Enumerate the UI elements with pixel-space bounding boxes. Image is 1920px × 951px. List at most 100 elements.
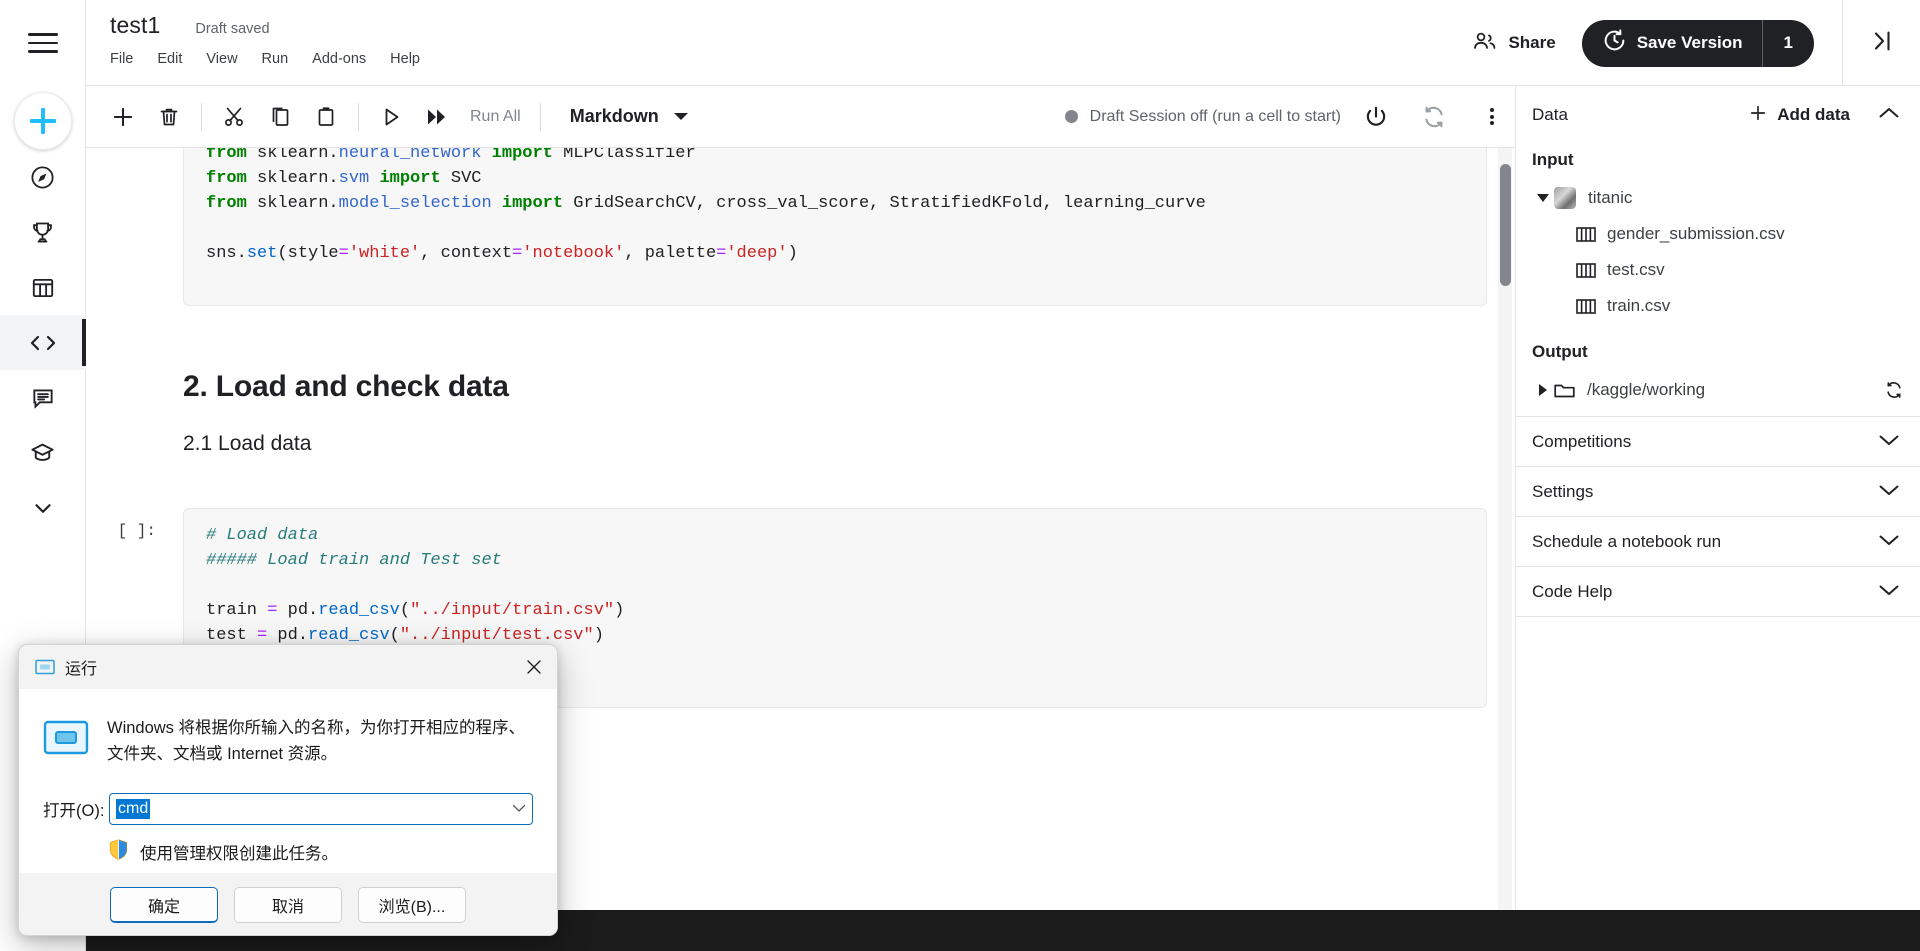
plus-icon	[1748, 103, 1768, 128]
data-panel-title: Data	[1532, 105, 1568, 124]
chevron-up-icon[interactable]	[1878, 106, 1900, 125]
menu-help[interactable]: Help	[390, 48, 420, 70]
chevron-down-icon	[1878, 432, 1900, 452]
dialog-titlebar[interactable]: 运行	[19, 645, 557, 689]
accordion-label: Schedule a notebook run	[1532, 531, 1722, 551]
add-cell-button[interactable]	[100, 94, 146, 140]
more-options-button[interactable]	[1469, 94, 1515, 140]
sidebar-item-datasets[interactable]	[0, 260, 86, 315]
hamburger-menu-icon[interactable]	[0, 0, 86, 86]
close-icon[interactable]	[511, 645, 557, 689]
browse-button[interactable]: 浏览(B)...	[358, 887, 466, 923]
graduation-cap-icon	[29, 439, 56, 466]
markdown-heading-3: 2.1 Load data	[183, 432, 312, 455]
admin-note-text: 使用管理权限创建此任务。	[140, 845, 338, 863]
menu-add-ons[interactable]: Add-ons	[312, 48, 366, 70]
dialog-footer: 确定 取消 浏览(B)...	[19, 873, 557, 935]
run-command-input[interactable]: cmd	[116, 799, 151, 819]
markdown-heading-2: 2. Load and check data	[183, 370, 509, 403]
paste-cell-button[interactable]	[303, 94, 349, 140]
ok-button[interactable]: 确定	[110, 887, 218, 923]
chevron-down-icon[interactable]	[512, 800, 526, 818]
caret-expanded-icon[interactable]	[1532, 194, 1554, 202]
file-name: train.csv	[1607, 296, 1671, 315]
discussion-icon	[30, 385, 56, 411]
code-line: ##### Load train and Test set	[206, 551, 502, 570]
power-button[interactable]	[1353, 94, 1399, 140]
run-all-label[interactable]: Run All	[460, 108, 531, 126]
create-button[interactable]	[13, 92, 72, 150]
windows-run-dialog: 运行 Windows 将根据你所输入的名称，为你打开相应的程序、文件夹、文档或 …	[18, 644, 558, 936]
delete-cell-button[interactable]	[146, 94, 192, 140]
sidebar-item-competitions[interactable]	[0, 205, 86, 260]
list-item[interactable]: gender_submission.csv	[1516, 216, 1920, 252]
cut-cell-button[interactable]	[211, 94, 257, 140]
menu-edit[interactable]: Edit	[157, 48, 182, 70]
session-status: Draft Session off (run a cell to start)	[1064, 108, 1341, 126]
run-window-icon	[35, 659, 55, 675]
run-all-icon-button[interactable]	[414, 94, 460, 140]
sidebar-item-discussions[interactable]	[0, 370, 86, 425]
accordion-schedule-notebook-run[interactable]: Schedule a notebook run	[1516, 517, 1920, 567]
list-item[interactable]: train.csv	[1516, 288, 1920, 324]
add-data-button[interactable]: Add data	[1748, 103, 1850, 128]
file-name: test.csv	[1607, 260, 1665, 279]
chevron-down-icon	[673, 106, 689, 127]
chevron-down-icon	[1878, 482, 1900, 502]
collapse-right-panel-button[interactable]	[1842, 0, 1920, 86]
menu-file[interactable]: File	[110, 48, 133, 70]
chevron-down-icon	[1878, 532, 1900, 552]
toolbar-divider-3	[539, 102, 541, 131]
notebook-cell-1: from sklearn.neural_network import MLPCl…	[86, 148, 1515, 306]
cancel-button[interactable]: 取消	[234, 887, 342, 923]
trophy-icon	[29, 219, 56, 246]
notebook-header: test1 Draft saved File Edit View Run Add…	[86, 0, 1920, 86]
output-folder-row[interactable]: /kaggle/working	[1516, 372, 1920, 408]
sidebar-item-home[interactable]	[0, 150, 86, 205]
run-command-combobox[interactable]: cmd	[109, 793, 533, 825]
code-editor-1[interactable]: from sklearn.neural_network import MLPCl…	[183, 148, 1487, 306]
toolbar-divider-2	[358, 102, 359, 131]
sidebar-item-more[interactable]	[0, 480, 86, 535]
cell-type-value: Markdown	[569, 106, 659, 126]
toolbar-divider-1	[201, 102, 202, 131]
menu-run[interactable]: Run	[262, 48, 289, 70]
compass-icon	[29, 164, 56, 191]
copy-cell-button[interactable]	[257, 94, 303, 140]
code-horizontal-scrollbar[interactable]	[184, 291, 1486, 301]
cell-type-dropdown[interactable]: Markdown	[570, 106, 689, 127]
data-panel-header: Data Add data	[1516, 86, 1920, 144]
sidebar-item-learn[interactable]	[0, 425, 86, 480]
run-app-icon	[43, 715, 93, 767]
notebook-cell-markdown[interactable]: 2. Load and check data 2.1 Load data	[86, 370, 1515, 456]
page-scrollbar-thumb[interactable]	[1500, 164, 1511, 286]
code-line: train = pd.read_csv("../input/train.csv"…	[206, 601, 625, 620]
sidebar-item-code[interactable]	[0, 315, 86, 370]
collapse-panel-icon	[1867, 28, 1897, 59]
dataset-name: titanic	[1588, 188, 1633, 207]
save-version-label: Save Version	[1636, 33, 1743, 52]
history-clock-icon	[1602, 28, 1627, 58]
share-button[interactable]: Share	[1472, 30, 1556, 57]
accordion-competitions[interactable]: Competitions	[1516, 417, 1920, 467]
page-title[interactable]: test1	[110, 12, 160, 39]
right-side-panel: Data Add data Input titanic gender_submi…	[1498, 86, 1920, 951]
accordion-settings[interactable]: Settings	[1516, 467, 1920, 517]
restart-button[interactable]	[1411, 94, 1457, 140]
run-cell-button[interactable]	[368, 94, 414, 140]
accordion-label: Code Help	[1532, 581, 1613, 601]
refresh-icon[interactable]	[1884, 380, 1904, 400]
menu-view[interactable]: View	[206, 48, 237, 70]
caret-collapsed-icon[interactable]	[1532, 384, 1554, 396]
list-item[interactable]: test.csv	[1516, 252, 1920, 288]
output-path: /kaggle/working	[1587, 380, 1706, 399]
cell-execution-prompt: [ ]:	[117, 522, 156, 540]
code-line: from sklearn.svm import SVC	[206, 169, 482, 188]
save-version-button[interactable]: Save Version 1	[1581, 19, 1814, 67]
dialog-description: Windows 将根据你所输入的名称，为你打开相应的程序、文件夹、文档或 Int…	[107, 719, 526, 763]
people-icon	[1472, 30, 1498, 57]
dataset-row-titanic[interactable]: titanic	[1516, 180, 1920, 216]
accordion-code-help[interactable]: Code Help	[1516, 567, 1920, 617]
code-brackets-icon	[28, 330, 58, 356]
